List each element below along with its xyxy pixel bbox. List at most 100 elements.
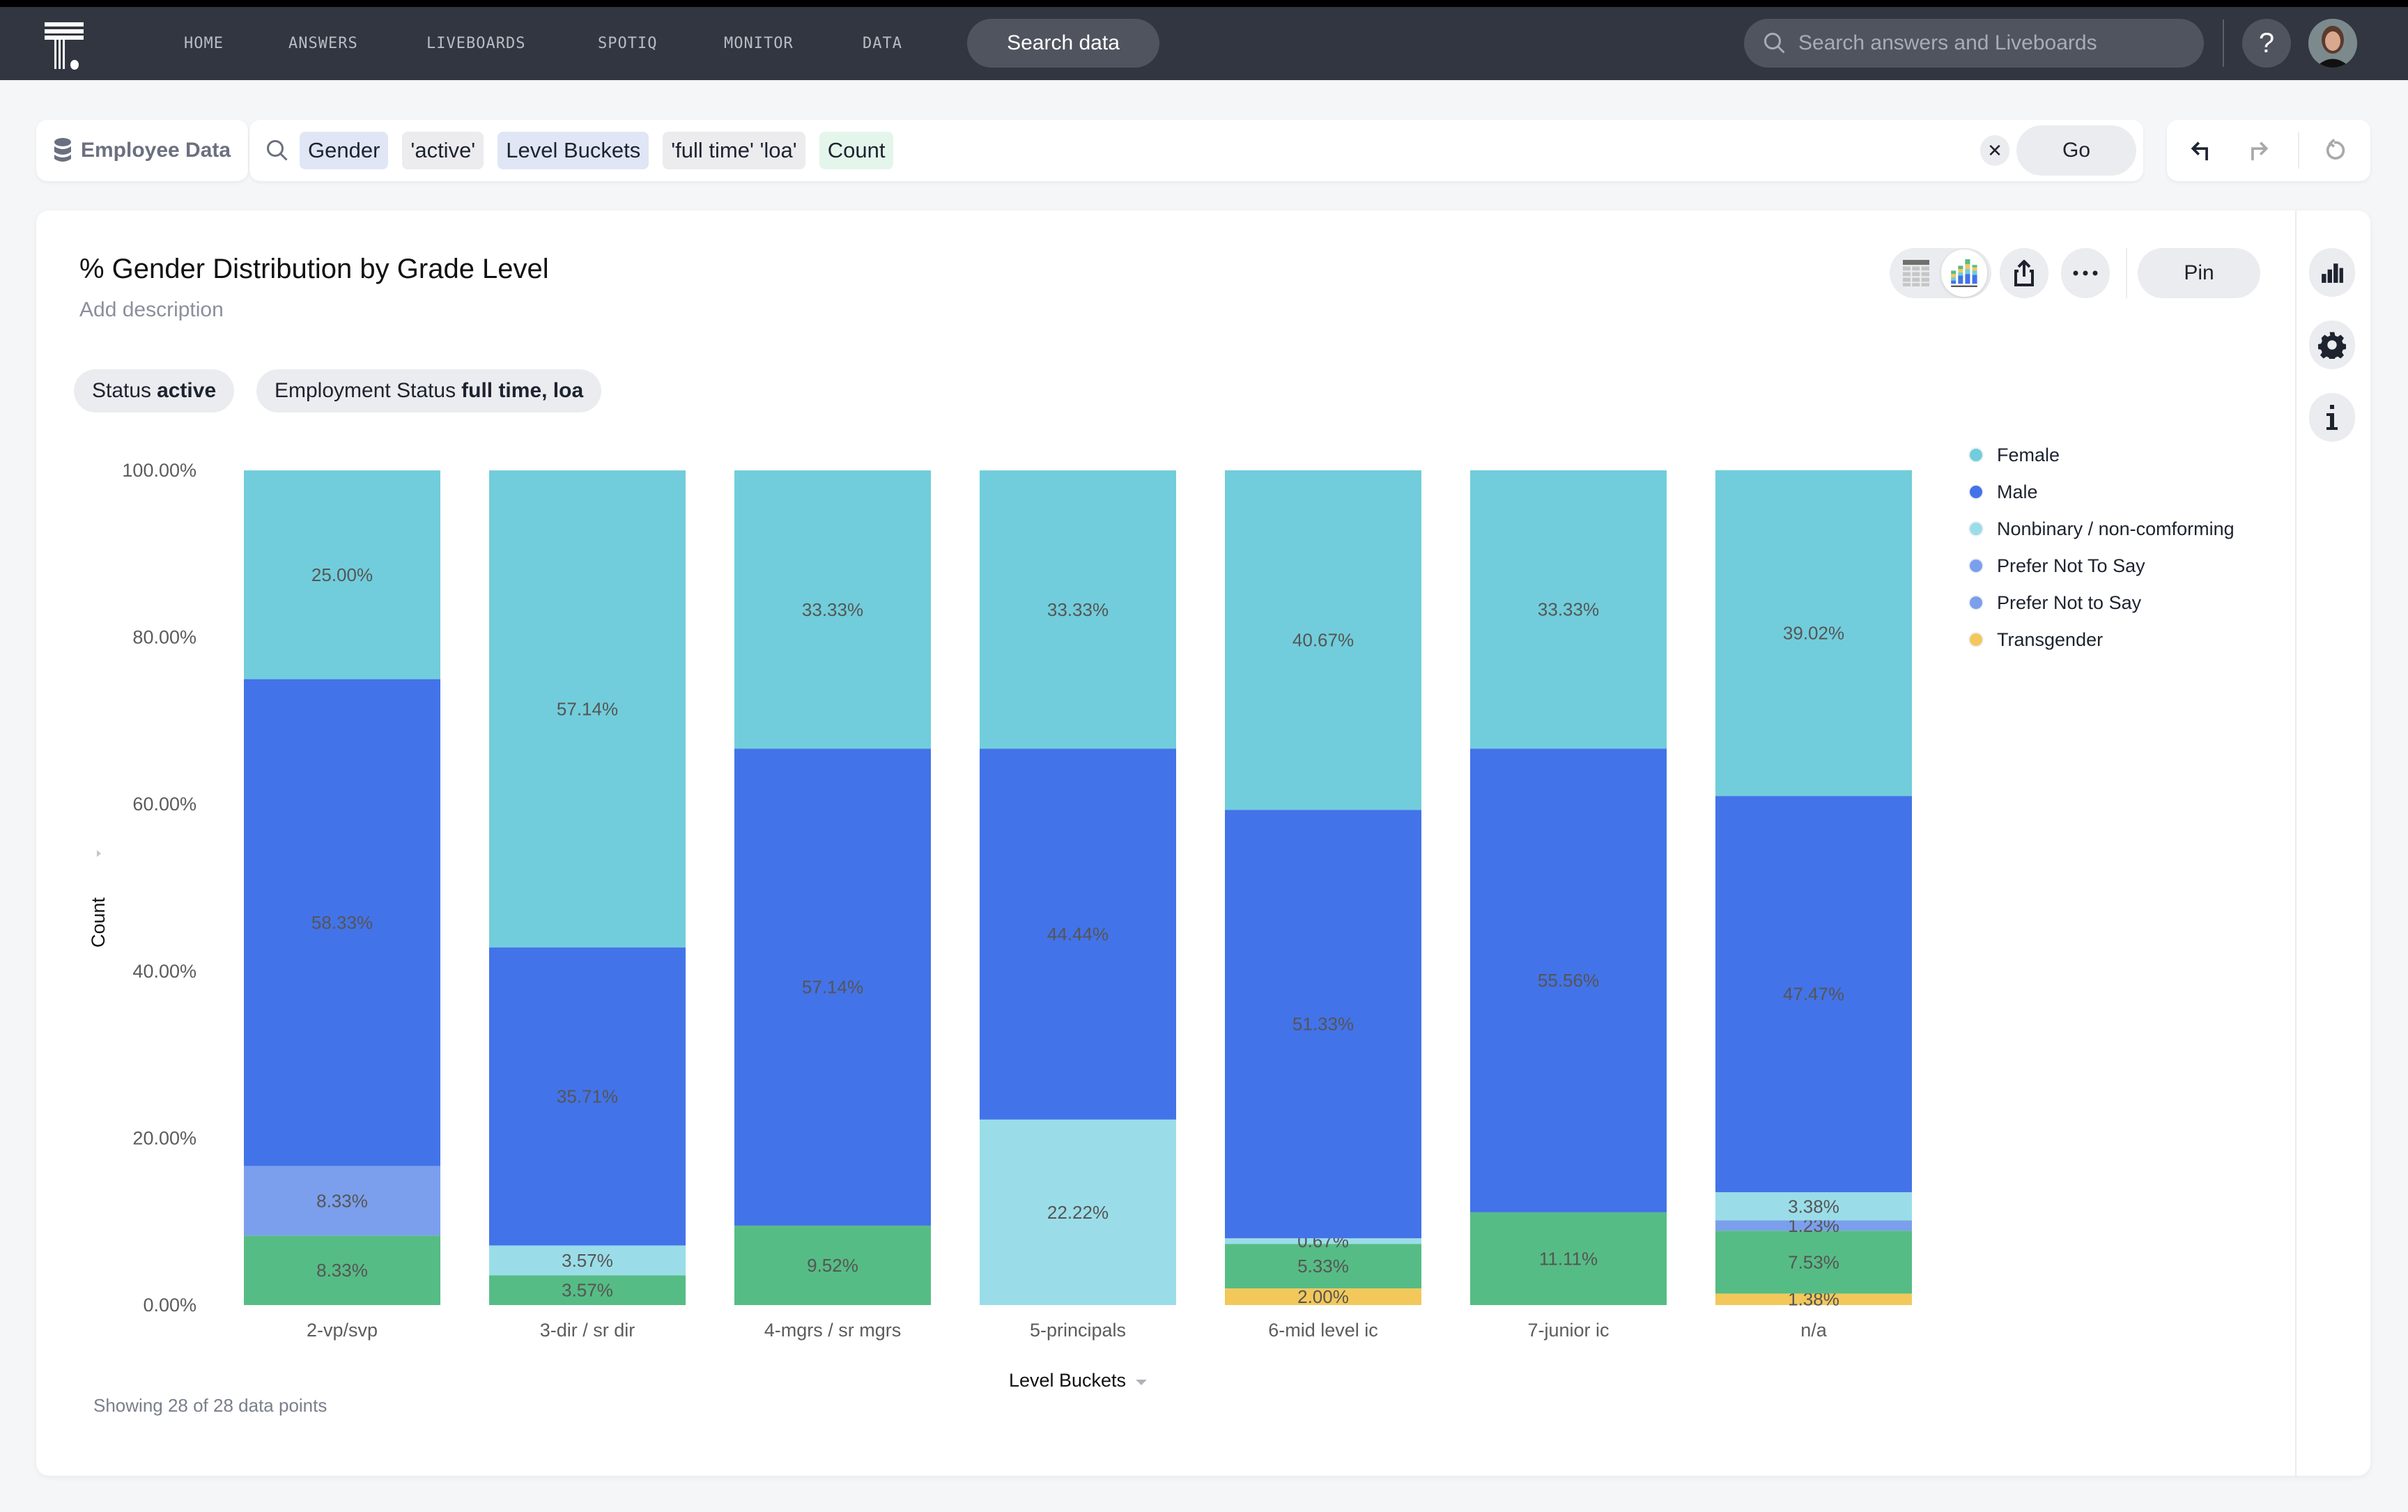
legend-swatch (1968, 595, 1984, 610)
data-label: 3.57% (562, 1250, 613, 1271)
datasource-selector[interactable]: Employee Data (36, 120, 248, 181)
x-tick-label[interactable]: n/a (1800, 1320, 1828, 1341)
undo-icon (2191, 141, 2208, 161)
x-axis-menu-caret-icon[interactable] (1136, 1380, 1147, 1385)
redo-icon (2251, 141, 2269, 161)
data-label: 57.14% (557, 698, 618, 719)
x-tick-label[interactable]: 2-vp/svp (307, 1320, 378, 1341)
legend-item[interactable]: Female (1968, 445, 2060, 465)
thoughtspot-logo[interactable] (42, 22, 91, 71)
legend-swatch (1968, 558, 1984, 573)
search-icon (267, 140, 288, 161)
search-token-gender[interactable]: Gender (300, 132, 389, 169)
x-axis: 2-vp/svp 3-dir / sr dir 4-mgrs / sr mgrs 5-… (307, 1320, 1828, 1341)
nav-answers[interactable]: ANSWERS (288, 35, 358, 52)
data-label: 39.02% (1783, 623, 1844, 644)
nav-liveboards[interactable]: LIVEBOARDS (426, 35, 525, 52)
y-axis: 0.00% 20.00% 40.00% 60.00% 80.00% 100.00% (122, 460, 196, 1316)
legend-label: Male (1997, 481, 2038, 502)
legend-item[interactable]: Male (1968, 481, 2038, 502)
search-query-box[interactable]: Gender 'active' Level Buckets 'full time… (249, 120, 2143, 181)
search-token-level-buckets[interactable]: Level Buckets (497, 132, 649, 169)
history-divider (2298, 132, 2299, 169)
history-controls (2167, 120, 2370, 181)
data-label: 8.33% (316, 1260, 368, 1281)
y-tick-label: 40.00% (132, 961, 196, 982)
data-label: 25.00% (311, 564, 373, 585)
x-tick-label[interactable]: 6-mid level ic (1268, 1320, 1378, 1341)
y-tick-label: 60.00% (132, 794, 196, 815)
y-tick-label: 0.00% (143, 1295, 196, 1316)
avatar-image (2308, 19, 2357, 68)
legend-label: Nonbinary / non-comforming (1997, 518, 2235, 539)
top-nav-bar: HOME ANSWERS LIVEBOARDS SPOTIQ MONITOR D… (0, 7, 2408, 80)
x-tick-label[interactable]: 3-dir / sr dir (540, 1320, 635, 1341)
data-label: 51.33% (1292, 1014, 1354, 1035)
datasource-name: Employee Data (81, 139, 231, 162)
x-tick-label[interactable]: 4-mgrs / sr mgrs (764, 1320, 902, 1341)
y-tick-label: 80.00% (132, 627, 196, 648)
data-label: 5.33% (1297, 1256, 1349, 1276)
legend-item[interactable]: Prefer Not to Say (1968, 592, 2142, 613)
database-icon (54, 138, 71, 162)
x-tick-label[interactable]: 7-junior ic (1527, 1320, 1609, 1341)
nav-data[interactable]: DATA (863, 35, 902, 52)
help-button[interactable]: ? (2242, 19, 2291, 68)
y-axis-title[interactable]: Count (88, 897, 109, 948)
y-tick-label: 100.00% (122, 460, 196, 481)
y-axis-menu-caret-icon[interactable] (97, 850, 101, 857)
nav-spotiq[interactable]: SPOTIQ (598, 35, 657, 52)
user-avatar[interactable] (2308, 19, 2357, 68)
data-label: 11.11% (1539, 1248, 1598, 1269)
search-icon (1764, 33, 1785, 54)
go-button[interactable]: Go (2016, 125, 2136, 176)
stacked-bar-chart: 0.00% 20.00% 40.00% 60.00% 80.00% 100.00% 8.3… (88, 445, 2235, 1391)
reset-icon (2326, 139, 2345, 160)
search-token-active[interactable]: 'active' (402, 132, 484, 169)
data-label: 58.33% (311, 912, 373, 933)
legend-item[interactable]: Prefer Not To Say (1968, 555, 2145, 576)
data-label: 57.14% (802, 977, 863, 998)
data-label: 47.47% (1783, 984, 1844, 1005)
answer-card: % Gender Distribution by Grade Level Add… (36, 210, 2370, 1476)
legend-label: Transgender (1997, 629, 2103, 650)
legend-item[interactable]: Nonbinary / non-comforming (1968, 518, 2235, 539)
legend-swatch (1968, 484, 1984, 500)
clear-search-button[interactable]: ✕ (1980, 135, 2009, 166)
legend-swatch (1968, 521, 1984, 537)
data-label: 2.00% (1297, 1286, 1349, 1307)
x-tick-label[interactable]: 5-principals (1030, 1320, 1126, 1341)
data-points-status: Showing 28 of 28 data points (93, 1395, 327, 1416)
legend-label: Female (1997, 445, 2060, 465)
legend: Female Male Nonbinary / non-comforming Pref… (1968, 445, 2235, 650)
redo-button[interactable] (2241, 134, 2274, 167)
search-token-full-time-loa[interactable]: 'full time' 'loa' (663, 132, 805, 169)
global-search-input[interactable] (1798, 31, 2189, 55)
nav-home[interactable]: HOME (184, 35, 224, 52)
data-label: 44.44% (1047, 924, 1109, 945)
search-data-button[interactable]: Search data (967, 19, 1159, 68)
x-axis-title[interactable]: Level Buckets (1009, 1370, 1126, 1391)
undo-button[interactable] (2185, 134, 2218, 167)
legend-label: Prefer Not to Say (1997, 592, 2142, 613)
legend-swatch (1968, 632, 1984, 647)
data-label: 33.33% (802, 599, 863, 620)
legend-label: Prefer Not To Say (1997, 555, 2145, 576)
legend-item[interactable]: Transgender (1968, 629, 2103, 650)
data-label: 9.52% (807, 1255, 858, 1276)
legend-swatch (1968, 447, 1984, 463)
data-label: 40.67% (1292, 630, 1354, 651)
data-label: 33.33% (1047, 599, 1109, 620)
data-label: 22.22% (1047, 1202, 1109, 1223)
global-search-box[interactable] (1744, 19, 2204, 68)
y-tick-label: 20.00% (132, 1127, 196, 1148)
data-label: 8.33% (316, 1190, 368, 1211)
nav-divider (2223, 20, 2224, 67)
data-label: 35.71% (557, 1086, 618, 1107)
reset-button[interactable] (2317, 134, 2351, 167)
data-label: 33.33% (1538, 599, 1599, 620)
search-token-count[interactable]: Count (819, 132, 894, 169)
data-label: 55.56% (1538, 970, 1599, 991)
nav-monitor[interactable]: MONITOR (724, 35, 794, 52)
window-top-strip (0, 0, 2408, 7)
